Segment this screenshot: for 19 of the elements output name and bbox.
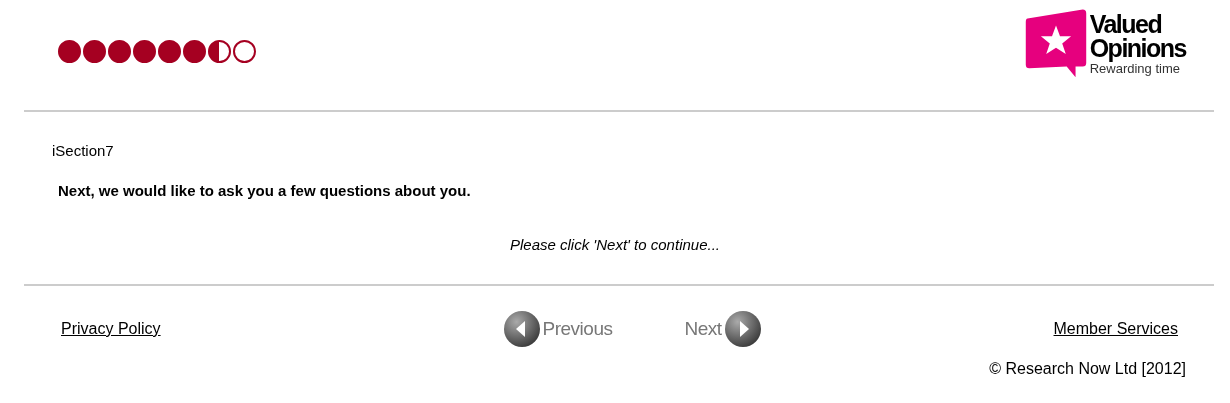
- logo-tagline: Rewarding time: [1089, 61, 1180, 78]
- previous-button[interactable]: Previous: [502, 310, 613, 348]
- question-text: Next, we would like to ask you a few questions about you.: [58, 182, 471, 199]
- copyright-text: © Research Now Ltd [2012]: [989, 360, 1186, 377]
- next-button[interactable]: Next: [684, 310, 762, 348]
- section-label: iSection7: [52, 142, 114, 159]
- progress-dot: [183, 40, 206, 63]
- logo-text: Valued: [1089, 12, 1163, 36]
- progress-dot: [233, 40, 256, 63]
- progress-dot: [208, 40, 231, 63]
- progress-dot: [83, 40, 106, 63]
- progress-dot: [108, 40, 131, 63]
- progress-dot: [58, 40, 81, 63]
- progress-dot: [158, 40, 181, 63]
- member-services-link[interactable]: Member Services: [1053, 320, 1178, 338]
- logo-text: Opinions: [1089, 36, 1186, 60]
- instruction-text: Please click 'Next' to continue...: [509, 236, 721, 253]
- progress-dot: [133, 40, 156, 63]
- privacy-policy-link[interactable]: Privacy Policy: [61, 320, 161, 338]
